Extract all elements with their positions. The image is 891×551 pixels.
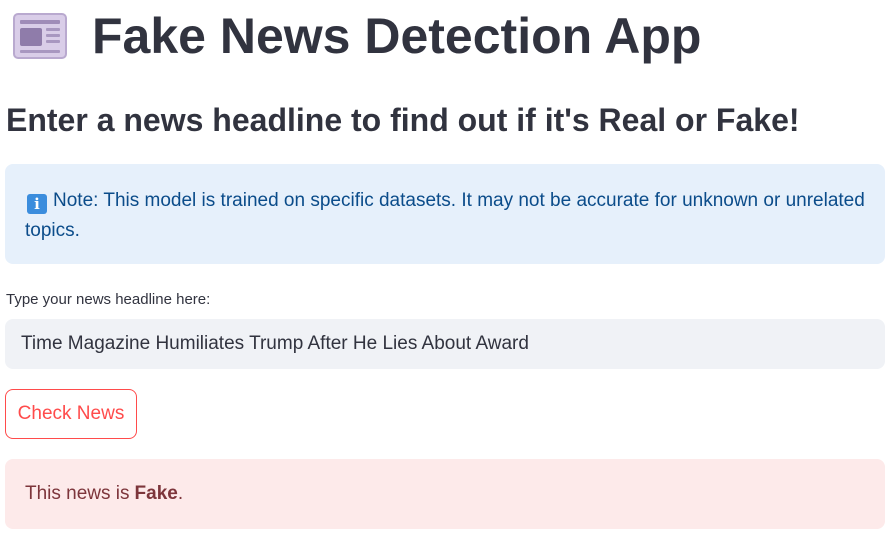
info-alert-content: i Note: This model is trained on specific…	[25, 186, 865, 246]
app-page: Fake News Detection App Enter a news hea…	[0, 0, 891, 551]
page-subtitle: Enter a news headline to find out if it'…	[6, 102, 800, 138]
info-alert-text: Note: This model is trained on specific …	[25, 190, 865, 241]
headline-input[interactable]	[5, 319, 885, 369]
result-prefix: This news is	[25, 483, 130, 504]
result-verdict: Fake	[134, 483, 178, 504]
headline-input-label: Type your news headline here:	[6, 291, 211, 308]
page-title: Fake News Detection App	[92, 8, 702, 64]
newspaper-icon	[12, 12, 68, 60]
result-suffix: .	[177, 483, 184, 504]
info-icon: i	[27, 194, 47, 214]
info-alert: i Note: This model is trained on specific…	[5, 164, 885, 264]
result-alert: This news is Fake.	[5, 459, 885, 529]
page-header: Fake News Detection App	[12, 6, 701, 66]
check-news-button[interactable]: Check News	[5, 389, 137, 439]
